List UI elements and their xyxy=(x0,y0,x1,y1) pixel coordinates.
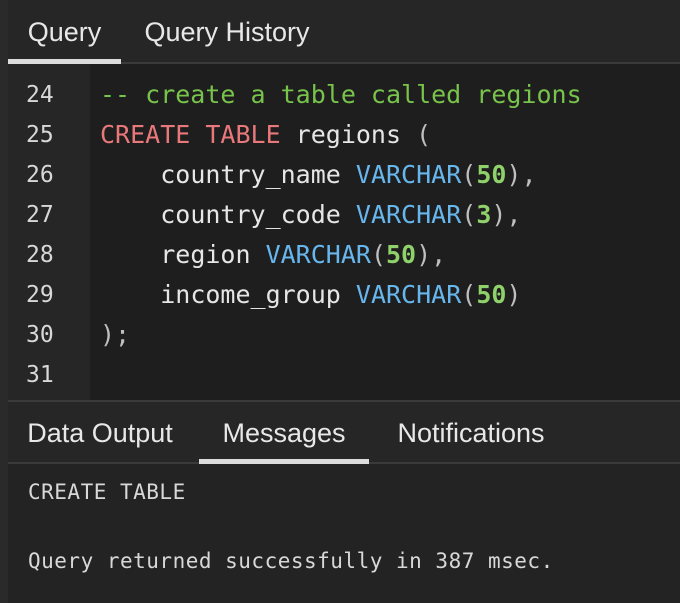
type-size: 3 xyxy=(476,200,492,229)
panel-left-edge xyxy=(0,0,8,603)
tab-notifications-label: Notifications xyxy=(397,417,545,448)
line-number: 29 xyxy=(26,282,54,308)
tab-query[interactable]: Query xyxy=(8,0,121,64)
tab-data-output-label: Data Output xyxy=(27,417,173,448)
type-open-paren: ( xyxy=(370,240,386,269)
sql-editor[interactable]: 24 25 26 27 28 29 30 31 -- create a tabl… xyxy=(8,64,680,402)
code-line-create: CREATE TABLE regions ( xyxy=(100,120,431,149)
column-type: VARCHAR xyxy=(265,240,371,269)
message-status: Query returned successfully in 387 msec. xyxy=(28,549,554,573)
line-number: 26 xyxy=(26,162,54,188)
type-open-paren: ( xyxy=(461,280,477,309)
line-number: 30 xyxy=(26,322,54,348)
tab-notifications[interactable]: Notifications xyxy=(386,402,556,464)
code-line-column: region VARCHAR(50), xyxy=(100,240,446,269)
column-name: income_group xyxy=(160,280,356,309)
type-open-paren: ( xyxy=(461,160,477,189)
line-number: 27 xyxy=(26,202,54,228)
tab-data-output[interactable]: Data Output xyxy=(20,402,180,464)
column-name: country_name xyxy=(160,160,356,189)
line-number: 25 xyxy=(26,122,54,148)
column-name: region xyxy=(160,240,266,269)
column-type: VARCHAR xyxy=(355,200,462,229)
column-type: VARCHAR xyxy=(355,280,462,309)
type-size: 50 xyxy=(386,240,417,269)
line-number: 24 xyxy=(26,82,54,108)
sql-keyword: CREATE TABLE xyxy=(100,120,281,149)
open-paren: ( xyxy=(416,120,432,149)
type-open-paren: ( xyxy=(461,200,477,229)
tab-query-history[interactable]: Query History xyxy=(141,0,313,64)
type-close-paren: ), xyxy=(491,200,522,229)
code-line-column: income_group VARCHAR(50) xyxy=(100,280,521,309)
results-tab-bar: Data Output Messages Notifications xyxy=(8,402,680,464)
type-close-paren: ) xyxy=(506,280,522,309)
code-line-column: country_name VARCHAR(50), xyxy=(100,160,537,189)
tab-messages-label: Messages xyxy=(222,417,346,448)
messages-panel: CREATE TABLE Query returned successfully… xyxy=(8,464,680,603)
query-tab-bar: Query Query History xyxy=(8,0,680,64)
sql-comment: -- create a table called regions xyxy=(100,80,582,109)
line-number: 31 xyxy=(26,362,54,388)
type-size: 50 xyxy=(476,280,507,309)
type-size: 50 xyxy=(476,160,507,189)
tab-query-history-label: Query History xyxy=(144,16,310,47)
type-close-paren: ), xyxy=(416,240,447,269)
code-line-end: ); xyxy=(100,320,130,349)
tab-query-label: Query xyxy=(27,16,102,47)
code-line-column: country_code VARCHAR(3), xyxy=(100,200,521,229)
code-line-comment: -- create a table called regions xyxy=(100,80,582,109)
message-command: CREATE TABLE xyxy=(28,480,186,504)
column-name: country_code xyxy=(160,200,356,229)
close-statement: ); xyxy=(100,320,131,349)
query-tool-panel: Query Query History 24 25 26 27 28 29 30… xyxy=(0,0,680,603)
column-type: VARCHAR xyxy=(355,160,462,189)
table-name: regions xyxy=(280,120,417,149)
line-number-gutter: 24 25 26 27 28 29 30 31 xyxy=(8,64,90,400)
tab-messages[interactable]: Messages xyxy=(199,402,369,464)
type-close-paren: ), xyxy=(506,160,537,189)
line-number: 28 xyxy=(26,242,54,268)
